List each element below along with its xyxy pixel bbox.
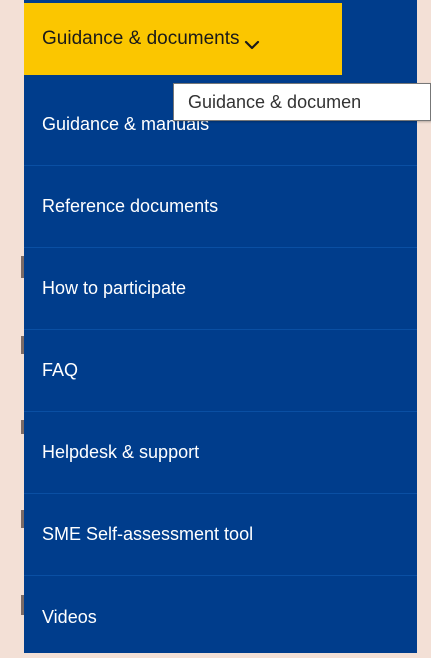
background-edge-left bbox=[0, 0, 24, 653]
menu-item-label: How to participate bbox=[42, 278, 187, 298]
menu-item-label: FAQ bbox=[42, 360, 79, 380]
menu-item-label: Reference documents bbox=[42, 196, 219, 216]
guidance-documents-tab-label: Guidance & documents bbox=[42, 28, 240, 49]
menu-item-label: Videos bbox=[42, 606, 97, 627]
dropdown-items: Guidance & manuals Reference documents H… bbox=[24, 84, 417, 658]
menu-item-reference-documents[interactable]: Reference documents bbox=[24, 166, 417, 248]
menu-item-sme-self-assessment[interactable]: SME Self-assessment tool bbox=[24, 494, 417, 576]
tooltip: Guidance & documen bbox=[173, 83, 431, 121]
menu-item-faq[interactable]: FAQ bbox=[24, 330, 417, 412]
menu-item-helpdesk-support[interactable]: Helpdesk & support bbox=[24, 412, 417, 494]
menu-item-videos[interactable]: Videos bbox=[24, 576, 417, 658]
chevron-down-icon bbox=[244, 34, 260, 50]
guidance-documents-tab[interactable]: Guidance & documents bbox=[24, 3, 342, 75]
menu-item-label: SME Self-assessment tool bbox=[42, 524, 254, 544]
menu-item-how-to-participate[interactable]: How to participate bbox=[24, 248, 417, 330]
menu-item-label: Helpdesk & support bbox=[42, 442, 200, 462]
